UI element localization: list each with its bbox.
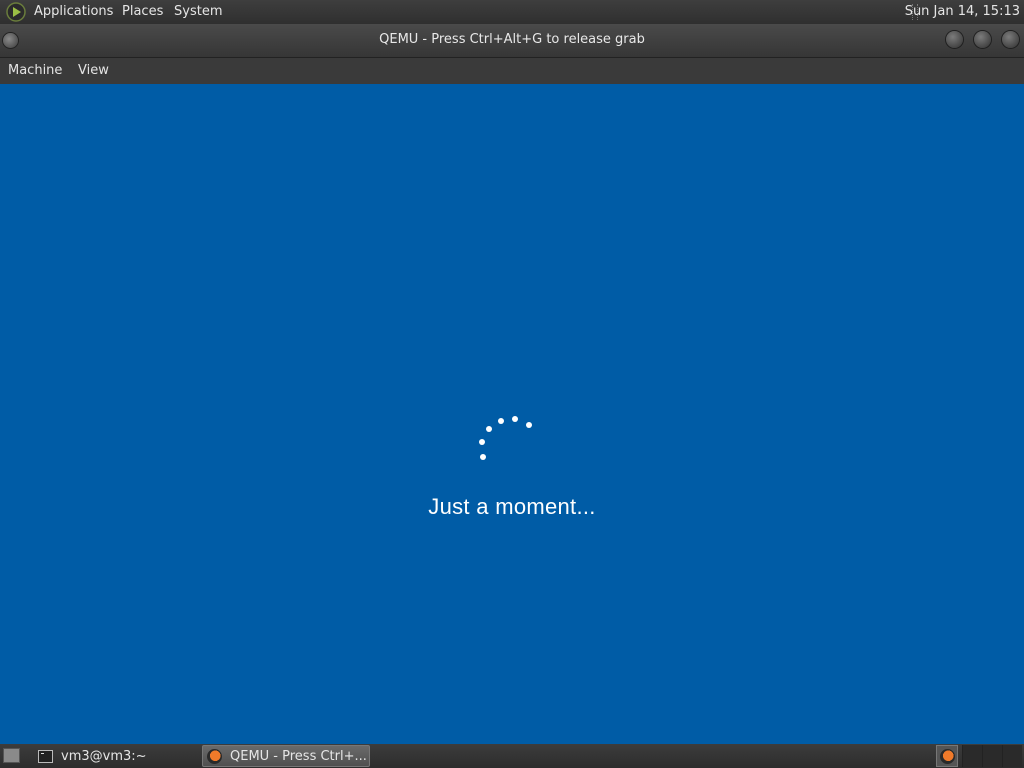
clock[interactable]: Sun Jan 14, 15:13 xyxy=(905,4,1020,20)
spinner-dot xyxy=(479,439,485,445)
qemu-icon xyxy=(207,748,222,764)
places-menu[interactable]: Places xyxy=(122,4,163,20)
spinner-dot xyxy=(526,422,532,428)
guest-display[interactable]: Just a moment... xyxy=(0,84,1024,744)
top-panel: Applications Places System Sun Jan 14, 1… xyxy=(0,0,1024,24)
view-menu[interactable]: View xyxy=(78,63,109,79)
show-desktop-icon[interactable] xyxy=(3,748,20,763)
qemu-menubar: Machine View xyxy=(0,58,1024,84)
terminal-icon xyxy=(38,749,53,763)
qemu-tray-icon xyxy=(939,748,955,764)
menu-logo-icon[interactable] xyxy=(6,2,26,22)
bottom-taskbar: vm3@vm3:~ QEMU - Press Ctrl+... xyxy=(0,744,1024,768)
window-title: QEMU - Press Ctrl+Alt+G to release grab xyxy=(379,32,645,47)
workspace-2[interactable] xyxy=(982,745,1002,767)
tray-qemu[interactable] xyxy=(936,745,958,767)
window-titlebar[interactable]: QEMU - Press Ctrl+Alt+G to release grab xyxy=(0,24,1024,58)
applications-menu[interactable]: Applications xyxy=(34,4,113,20)
maximize-button[interactable] xyxy=(974,31,991,48)
workspace-3[interactable] xyxy=(1002,745,1022,767)
machine-menu[interactable]: Machine xyxy=(8,63,62,79)
workspace-1[interactable] xyxy=(962,745,982,767)
close-button[interactable] xyxy=(1002,31,1019,48)
task-terminal[interactable]: vm3@vm3:~ xyxy=(34,745,196,767)
loading-spinner-icon xyxy=(0,84,1024,744)
task-label: QEMU - Press Ctrl+... xyxy=(230,748,367,764)
task-label: vm3@vm3:~ xyxy=(61,748,147,764)
system-menu[interactable]: System xyxy=(174,4,222,20)
spinner-dot xyxy=(512,416,518,422)
spinner-dot xyxy=(498,418,504,424)
spinner-dot xyxy=(486,426,492,432)
status-message: Just a moment... xyxy=(428,494,596,519)
task-qemu[interactable]: QEMU - Press Ctrl+... xyxy=(202,745,370,767)
spinner-dot xyxy=(480,454,486,460)
minimize-button[interactable] xyxy=(946,31,963,48)
